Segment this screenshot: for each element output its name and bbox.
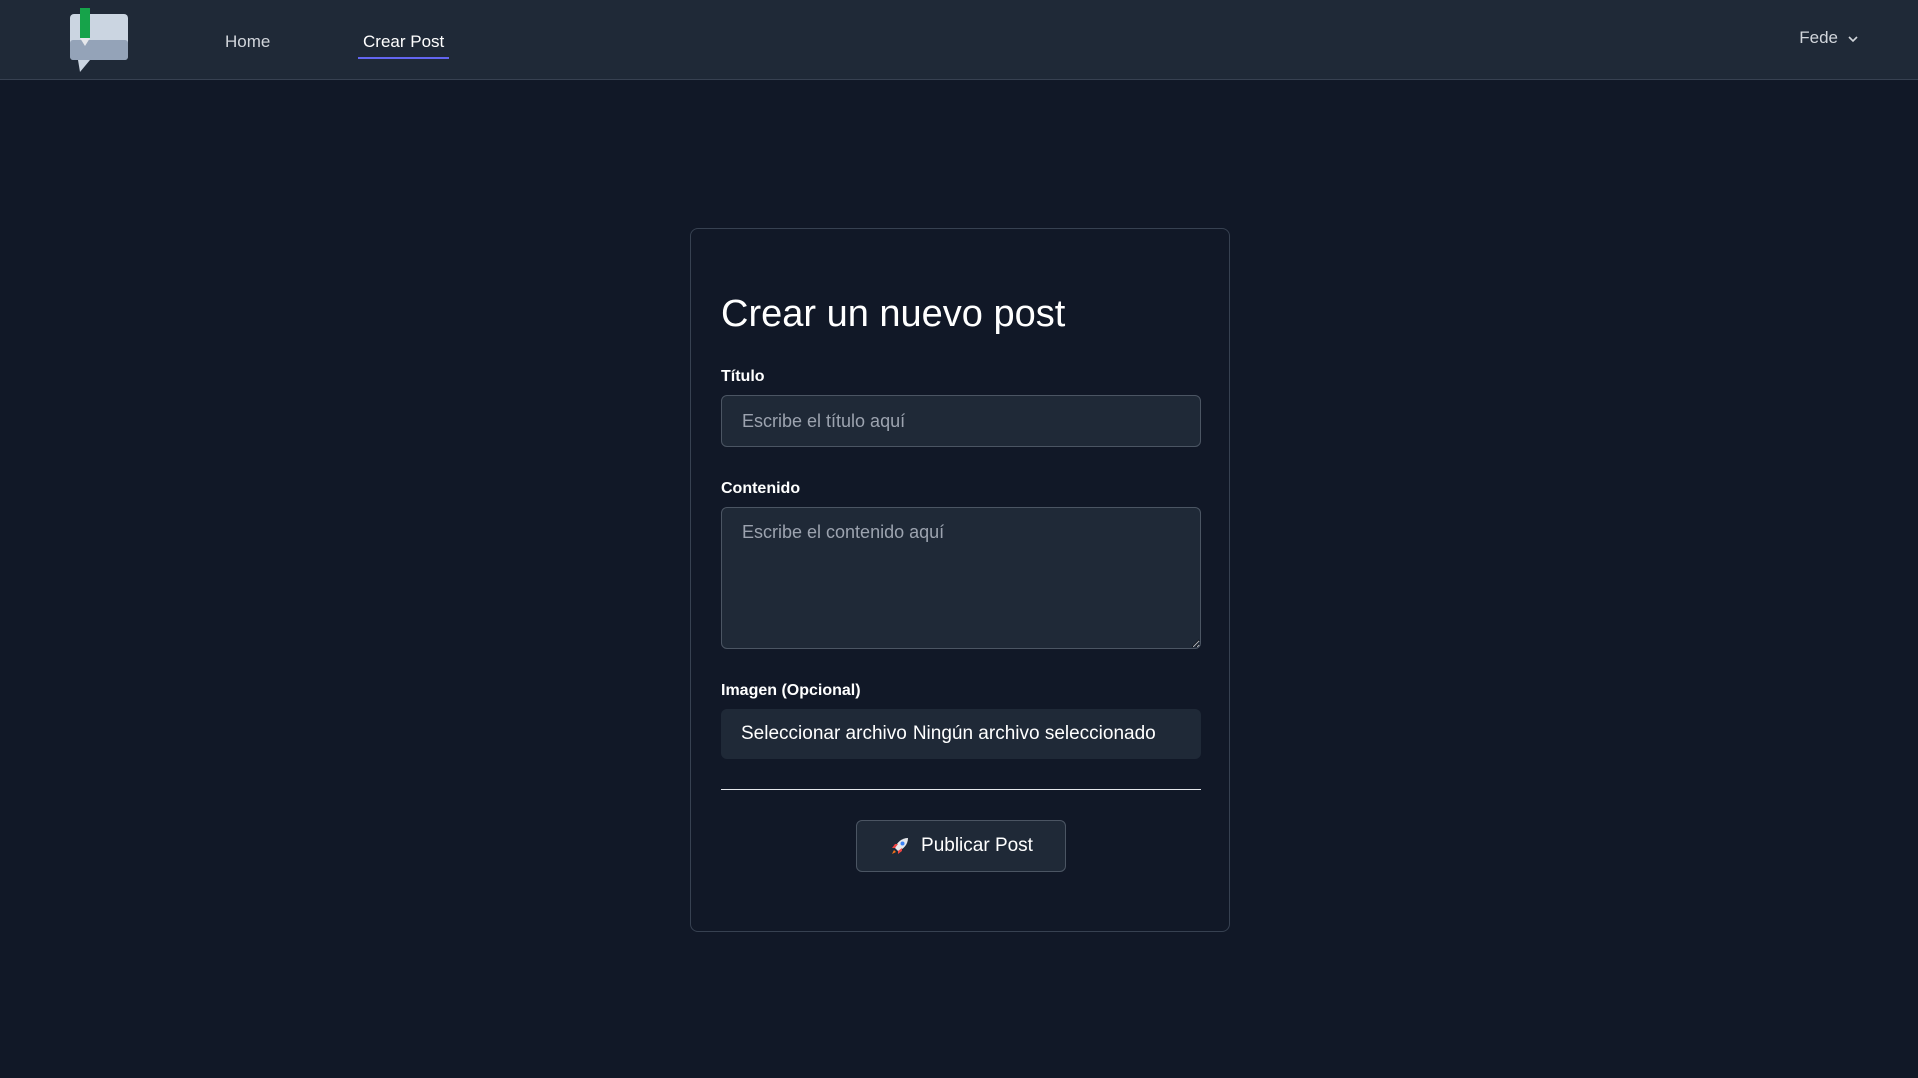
title-label: Título [721,368,765,385]
top-navbar: Home Crear Post Fede [0,0,1918,80]
image-file-input[interactable]: Seleccionar archivo Ningún archivo selec… [721,709,1201,759]
user-name: Fede [1799,28,1838,47]
user-menu[interactable]: Fede [1799,28,1860,48]
page-title: Crear un nuevo post [721,293,1066,335]
form-divider [721,789,1201,790]
create-post-card: Crear un nuevo post Título Contenido Ima… [690,228,1230,932]
content-textarea[interactable] [721,507,1201,649]
publish-post-label: Publicar Post [921,835,1033,856]
file-status: Ningún archivo seleccionado [912,723,1156,744]
chevron-down-icon [1846,31,1860,45]
choose-file-button[interactable]: Seleccionar archivo [741,723,907,745]
nav-link-crear-post[interactable]: Crear Post [358,30,450,59]
app-logo-icon[interactable] [68,6,132,74]
content-label: Contenido [721,480,801,497]
publish-post-button[interactable]: Publicar Post [856,820,1066,872]
rocket-icon [889,835,911,857]
nav-link-home[interactable]: Home [225,30,270,54]
title-input[interactable] [721,395,1201,447]
image-label: Imagen (Opcional) [721,682,861,699]
